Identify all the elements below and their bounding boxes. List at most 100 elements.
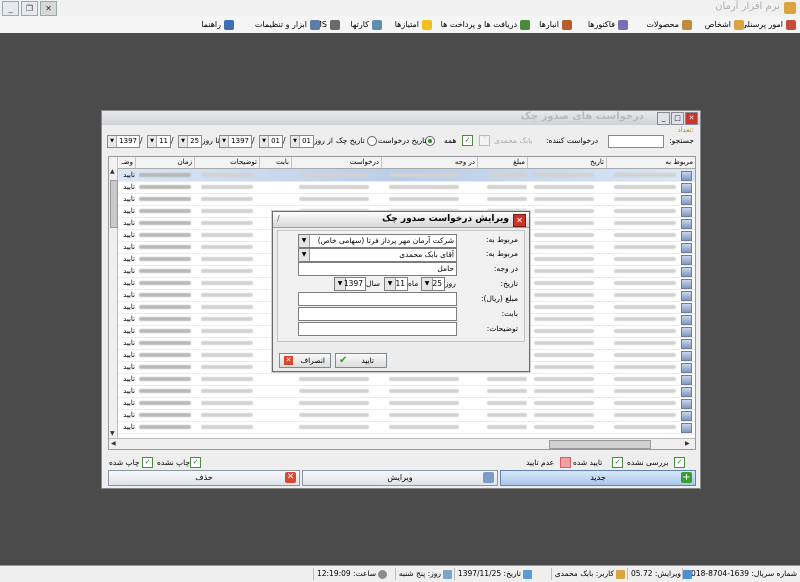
redacted-cell: [534, 269, 594, 273]
scroll-right-icon[interactable]: ▶: [685, 440, 690, 447]
year-select[interactable]: ▼ 1397: [334, 277, 366, 291]
maximize-button[interactable]: □: [671, 112, 684, 125]
redacted-cell: [487, 173, 527, 177]
redacted-cell: [299, 413, 369, 417]
menu-item[interactable]: دریافت ها و پرداخت ها: [441, 18, 530, 31]
edit-check-request-dialog: / ویرایش درخواست صدور چک ✕ مربوط به: ▼ ش…: [272, 211, 530, 372]
amount-input[interactable]: [298, 292, 457, 306]
column-header[interactable]: توضیحات: [194, 157, 259, 168]
horizontal-scrollbar[interactable]: ◀ ▶: [109, 438, 695, 449]
scroll-down-icon[interactable]: ▼: [110, 430, 115, 437]
scroll-thumb[interactable]: [110, 180, 118, 228]
menu-item[interactable]: اشخاص: [705, 18, 744, 31]
printed-checkbox[interactable]: ✓: [142, 457, 153, 468]
requester-dropdown[interactable]: ˅: [479, 135, 490, 146]
notes-input[interactable]: [298, 322, 457, 336]
column-header[interactable]: درخواست: [291, 157, 381, 168]
to-month-select[interactable]: ▼ 11: [147, 135, 171, 148]
user-icon: [616, 569, 625, 579]
menu-item[interactable]: فاکتورها: [588, 18, 628, 31]
document-icon: [681, 315, 692, 325]
status-cell: تایید: [123, 279, 135, 287]
all-checkbox[interactable]: ✓: [462, 135, 473, 146]
column-header[interactable]: زمان: [135, 157, 194, 168]
day-select[interactable]: ▼ 25: [421, 277, 445, 291]
menu-item[interactable]: کارتها: [351, 18, 382, 31]
printed-label: چاپ شده: [109, 458, 140, 467]
status-cell: تایید: [123, 291, 135, 299]
status-cell: تایید: [123, 411, 135, 419]
not-printed-checkbox[interactable]: ✓: [190, 457, 201, 468]
unreviewed-checkbox[interactable]: ✓: [674, 457, 685, 468]
close-button[interactable]: ✕: [40, 1, 57, 16]
menu-icon: [562, 19, 572, 30]
document-icon: [681, 399, 692, 409]
column-header[interactable]: در وجه: [381, 157, 477, 168]
status-cell: تایید: [123, 243, 135, 251]
redacted-cell: [614, 401, 676, 405]
edit-button[interactable]: ویرایش: [302, 470, 498, 486]
column-header[interactable]: تاریخ: [527, 157, 606, 168]
scroll-left-icon[interactable]: ◀: [111, 440, 116, 447]
redacted-cell: [139, 185, 191, 189]
related-person-select[interactable]: ▼ آقای بابک محمدی: [298, 248, 457, 262]
scroll-up-icon[interactable]: ▲: [110, 168, 115, 175]
search-input[interactable]: [608, 135, 664, 148]
chevron-down-icon: ▼: [220, 136, 229, 147]
redacted-cell: [201, 389, 253, 393]
document-icon: [681, 303, 692, 313]
for-input[interactable]: [298, 307, 457, 321]
restore-button[interactable]: ❐: [21, 1, 38, 16]
payee-input[interactable]: حامل: [298, 262, 457, 276]
menu-icon: [224, 19, 234, 30]
menu-item[interactable]: ابزار و تنظیمات: [255, 18, 320, 31]
serial-number: شماره سریال: 1639-8704-2018: [682, 568, 800, 580]
redacted-cell: [139, 281, 191, 285]
redacted-cell: [139, 197, 191, 201]
scroll-thumb[interactable]: [549, 440, 651, 449]
cancel-button[interactable]: ✕ انصراف: [279, 353, 331, 368]
chevron-down-icon: ▼: [299, 235, 310, 247]
redacted-cell: [534, 257, 594, 261]
redacted-cell: [614, 269, 676, 273]
redacted-cell: [389, 413, 459, 417]
rejected-checkbox[interactable]: [560, 457, 571, 468]
chevron-down-icon: ▼: [108, 136, 117, 147]
menu-item[interactable]: محصولات: [646, 18, 692, 31]
chevron-down-icon: ▼: [385, 278, 396, 290]
menu-item[interactable]: راهنما: [201, 18, 234, 31]
check-date-radio[interactable]: [367, 136, 377, 146]
column-header[interactable]: وضـ: [117, 157, 135, 168]
dialog-close-button[interactable]: ✕: [513, 214, 526, 227]
document-icon: [681, 387, 692, 397]
minimize-button[interactable]: _: [657, 112, 670, 125]
redacted-cell: [534, 377, 594, 381]
to-year-select[interactable]: ▼ 1397: [107, 135, 140, 148]
menu-item[interactable]: امور پرسنلی: [741, 18, 796, 31]
menu-item[interactable]: انبارها: [539, 18, 572, 31]
menu-item[interactable]: امتیازها: [395, 18, 432, 31]
close-button[interactable]: ✕: [685, 112, 698, 125]
redacted-cell: [614, 341, 676, 345]
pin-icon[interactable]: /: [277, 214, 280, 223]
column-header[interactable]: مبلغ: [477, 157, 527, 168]
from-month-select[interactable]: ▼ 01: [259, 135, 283, 148]
approved-checkbox[interactable]: ✓: [612, 457, 623, 468]
new-button[interactable]: + جدید: [500, 470, 696, 486]
month-select[interactable]: ▼ 11: [384, 277, 408, 291]
vertical-scrollbar[interactable]: ▲ ▼: [109, 168, 118, 438]
redacted-cell: [201, 293, 253, 297]
column-header[interactable]: مربوط به: [606, 157, 695, 168]
column-header[interactable]: بابت: [259, 157, 291, 168]
minimize-button[interactable]: _: [2, 1, 19, 16]
related-to-select[interactable]: ▼ شرکت آرمان مهر پرداز فرتا (سهامی خاص): [298, 234, 457, 248]
delete-button[interactable]: ✕ حذف: [108, 470, 300, 486]
redacted-cell: [614, 389, 676, 393]
status-cell: تایید: [123, 231, 135, 239]
to-day-select[interactable]: ▼ 25: [178, 135, 202, 148]
from-year-select[interactable]: ▼ 1397: [219, 135, 252, 148]
document-icon: [681, 279, 692, 289]
table-row[interactable]: تایید: [109, 421, 695, 434]
from-day-select[interactable]: ▼ 01: [290, 135, 314, 148]
ok-button[interactable]: ✔ تایید: [335, 353, 387, 368]
